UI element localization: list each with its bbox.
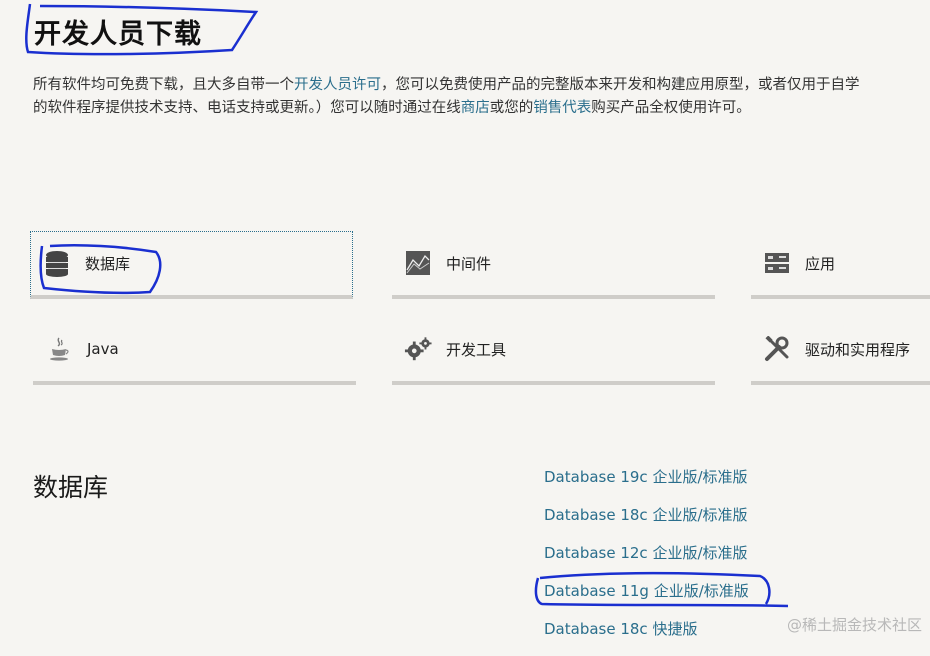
intro-line-1: 所有软件均可免费下载，且大多自带一个开发人员许可，您可以免费使用产品的完整版本来… <box>33 74 930 97</box>
intro-text: 的软件程序提供技术支持、电话支持或更新。）您可以随时通过在线 <box>33 100 461 116</box>
category-tile-java[interactable]: Java <box>33 317 356 385</box>
intro-text: 或您的 <box>489 100 534 116</box>
intro-text: ，您可以免费使用产品的完整版本来开发和构建应用原型，或者仅用于自学 <box>381 77 860 93</box>
category-label: Java <box>87 340 119 358</box>
category-label: 中间件 <box>446 254 492 273</box>
intro-line-2: 的软件程序提供技术支持、电话支持或更新。）您可以随时通过在线商店或您的销售代表购… <box>33 97 930 120</box>
download-link-19c-ee-se[interactable]: Database 19c 企业版/标准版 <box>544 466 749 504</box>
intro-text: 购买产品全权使用许可。 <box>591 100 751 116</box>
watermark: @稀土掘金技术社区 <box>786 616 922 634</box>
category-label: 开发工具 <box>446 340 507 359</box>
download-link-11g-ee-se[interactable]: Database 11g 企业版/标准版 <box>544 580 749 618</box>
gears-icon <box>404 335 432 363</box>
server-icon <box>763 249 791 277</box>
store-link[interactable]: 商店 <box>461 100 490 116</box>
intro-text: 所有软件均可免费下载，且大多自带一个 <box>33 77 294 93</box>
category-tile-database[interactable]: 数据库 <box>30 231 353 299</box>
category-label: 驱动和实用程序 <box>805 340 911 359</box>
developer-license-link[interactable]: 开发人员许可 <box>294 77 381 93</box>
database-icon <box>43 250 71 278</box>
category-tile-dev-tools[interactable]: 开发工具 <box>392 317 715 385</box>
download-link-18c-xe[interactable]: Database 18c 快捷版 <box>544 618 749 656</box>
tools-icon <box>763 335 791 363</box>
category-tile-middleware[interactable]: 中间件 <box>392 231 715 299</box>
category-tile-drivers-utilities[interactable]: 驱动和实用程序 <box>751 317 930 385</box>
download-link-12c-ee-se[interactable]: Database 12c 企业版/标准版 <box>544 542 749 580</box>
category-label: 应用 <box>805 254 836 273</box>
category-label: 数据库 <box>85 255 131 273</box>
sales-rep-link[interactable]: 销售代表 <box>533 100 591 116</box>
page-title: 开发人员下载 <box>34 19 202 50</box>
intro-paragraph: 所有软件均可免费下载，且大多自带一个开发人员许可，您可以免费使用产品的完整版本来… <box>33 74 930 120</box>
section-title: 数据库 <box>33 473 109 502</box>
category-tile-applications[interactable]: 应用 <box>751 231 930 299</box>
java-cup-icon <box>45 335 73 363</box>
download-link-18c-ee-se[interactable]: Database 18c 企业版/标准版 <box>544 504 749 542</box>
middleware-icon <box>404 249 432 277</box>
download-link-list: Database 19c 企业版/标准版 Database 18c 企业版/标准… <box>544 466 749 656</box>
